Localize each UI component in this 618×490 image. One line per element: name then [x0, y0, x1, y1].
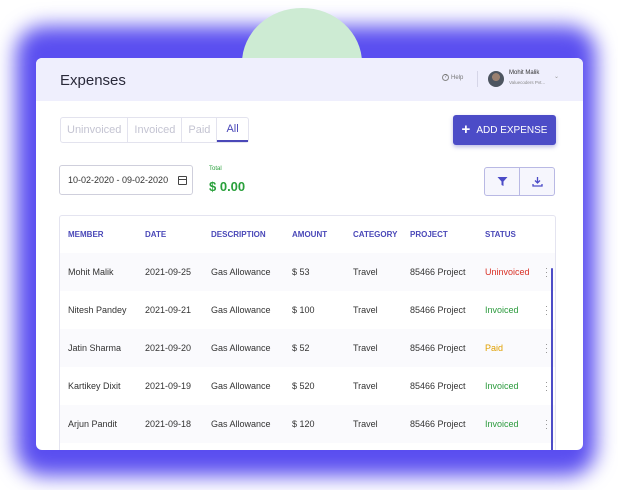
column-header-description[interactable]: DESCRIPTION	[211, 230, 266, 239]
more-options-icon[interactable]: · · ·	[545, 264, 548, 281]
cell-category: Travel	[353, 343, 378, 353]
add-expense-button[interactable]: + ADD EXPENSE	[453, 115, 556, 145]
expenses-table: MEMBER DATE DESCRIPTION AMOUNT CATEGORY …	[59, 215, 556, 450]
more-options-icon[interactable]: · · ·	[545, 416, 548, 433]
cell-category: Travel	[353, 305, 378, 315]
cell-project: 85466 Project	[410, 343, 466, 353]
table-scrollbar[interactable]	[551, 268, 553, 450]
cell-amount: $ 120	[292, 419, 315, 429]
status-badge: Invoiced	[485, 381, 519, 391]
cell-member: Nitesh Pandey	[68, 305, 127, 315]
cell-project: 85466 Project	[410, 305, 466, 315]
status-badge: Paid	[485, 343, 504, 353]
cell-amount: $ 100	[292, 305, 315, 315]
chevron-down-icon[interactable]: ⌄	[554, 73, 559, 80]
tab-invoiced[interactable]: Invoiced	[128, 118, 183, 142]
total-value: $ 0.00	[209, 179, 246, 194]
expenses-card: Expenses ? Help Mohit Malik Valuecoders …	[36, 58, 583, 450]
table-row[interactable]: Mohit Malik 2021-09-25 Gas Allowance $ 5…	[60, 253, 555, 291]
column-header-status[interactable]: STATUS	[485, 230, 516, 239]
cell-member: Kartikey Dixit	[68, 381, 121, 391]
cell-description: Gas Allowance	[211, 267, 271, 277]
table-row[interactable]: Kartikey Dixit 2021-09-19 Gas Allowance …	[60, 367, 555, 405]
cell-date: 2021-09-25	[145, 267, 192, 277]
help-icon: ?	[442, 74, 449, 81]
cell-description: Gas Allowance	[211, 419, 271, 429]
column-header-member[interactable]: MEMBER	[68, 230, 104, 239]
cell-date: 2021-09-19	[145, 381, 192, 391]
table-row[interactable]: Arjun Pandit 2021-09-18 Gas Allowance $ …	[60, 405, 555, 443]
help-link[interactable]: ? Help	[442, 74, 463, 81]
total-label: Total	[209, 166, 222, 172]
cell-description: Gas Allowance	[211, 381, 271, 391]
calendar-icon[interactable]	[178, 175, 188, 185]
status-badge: Uninvoiced	[485, 267, 530, 277]
filter-button[interactable]	[485, 168, 519, 195]
tab-uninvoiced[interactable]: Uninvoiced	[61, 118, 129, 142]
cell-date: 2021-09-21	[145, 305, 192, 315]
user-name[interactable]: Mohit Malik	[509, 70, 539, 76]
divider	[477, 71, 478, 87]
cell-category: Travel	[353, 267, 378, 277]
table-row[interactable]: Nitesh Pandey 2021-09-21 Gas Allowance $…	[60, 291, 555, 329]
column-header-date[interactable]: DATE	[145, 230, 166, 239]
cell-project: 85466 Project	[410, 419, 466, 429]
status-badge: Invoiced	[485, 305, 519, 315]
cell-amount: $ 53	[292, 267, 310, 277]
date-range-input[interactable]: 10-02-2020 - 09-02-2020	[59, 165, 193, 195]
table-row[interactable]: Jatin Sharma 2021-09-20 Gas Allowance $ …	[60, 329, 555, 367]
cell-description: Gas Allowance	[211, 343, 271, 353]
tab-all[interactable]: All	[217, 118, 248, 142]
cell-member: Jatin Sharma	[68, 343, 122, 353]
avatar[interactable]	[488, 71, 504, 87]
cell-project: 85466 Project	[410, 381, 466, 391]
cell-date: 2021-09-18	[145, 419, 192, 429]
cell-category: Travel	[353, 419, 378, 429]
table-actions	[484, 167, 555, 196]
table-header: MEMBER DATE DESCRIPTION AMOUNT CATEGORY …	[60, 216, 555, 253]
cell-project: 85466 Project	[410, 267, 466, 277]
date-range-value: 10-02-2020 - 09-02-2020	[68, 175, 169, 185]
cell-date: 2021-09-20	[145, 343, 192, 353]
filter-icon	[497, 177, 507, 186]
tab-paid[interactable]: Paid	[182, 118, 218, 142]
cell-member: Mohit Malik	[68, 267, 114, 277]
cell-description: Gas Allowance	[211, 305, 271, 315]
user-company: Valuecoders Pvt...	[509, 80, 546, 85]
cell-member: Arjun Pandit	[68, 419, 118, 429]
help-label: Help	[451, 74, 464, 81]
status-badge: Invoiced	[485, 419, 519, 429]
add-expense-label: ADD EXPENSE	[476, 124, 548, 136]
column-header-project[interactable]: PROJECT	[410, 230, 448, 239]
more-options-icon[interactable]: · · ·	[545, 302, 548, 319]
more-options-icon[interactable]: · · ·	[545, 340, 548, 357]
column-header-amount[interactable]: AMOUNT	[292, 230, 327, 239]
column-header-category[interactable]: CATEGORY	[353, 230, 397, 239]
cell-category: Travel	[353, 381, 378, 391]
more-options-icon[interactable]: · · ·	[545, 378, 548, 395]
status-tabs: Uninvoiced Invoiced Paid All	[60, 117, 249, 143]
download-button[interactable]	[519, 168, 554, 195]
cell-amount: $ 520	[292, 381, 315, 391]
plus-icon: +	[461, 121, 471, 138]
page-title: Expenses	[60, 72, 126, 89]
download-icon	[531, 177, 543, 187]
top-bar: Expenses ? Help Mohit Malik Valuecoders …	[36, 58, 583, 101]
cell-amount: $ 52	[292, 343, 310, 353]
